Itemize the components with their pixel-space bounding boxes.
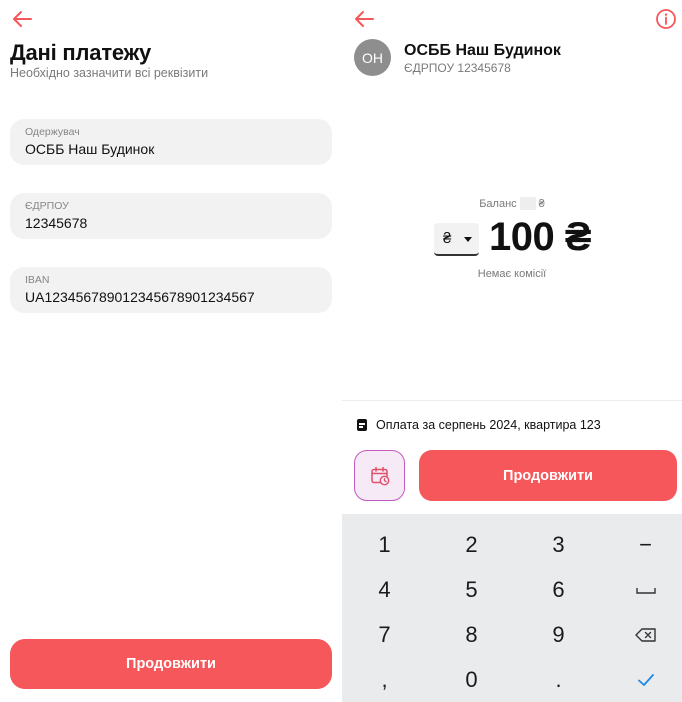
info-button[interactable] (655, 8, 677, 30)
iban-value[interactable]: UA12345678901234567890123456​7 (25, 289, 255, 305)
iban-label: IBAN (25, 274, 50, 286)
currency-symbol: ₴ (443, 230, 452, 247)
payment-purpose[interactable]: Оплата за серпень 2024, квартира 123 (376, 418, 601, 432)
payee-code: ЄДРПОУ 12345678 (404, 61, 511, 75)
divider (342, 400, 682, 401)
schedule-payment-button[interactable] (354, 450, 405, 501)
key-comma[interactable]: , (342, 657, 427, 702)
page-title: Дані платежу (10, 40, 152, 65)
key-minus[interactable]: − (603, 522, 682, 567)
key-8[interactable]: 8 (429, 612, 514, 657)
amount-input[interactable]: 100 ₴ (489, 215, 592, 260)
key-5[interactable]: 5 (429, 567, 514, 612)
payment-details-screen: Дані платежу Необхідно зазначити всі рек… (0, 0, 342, 702)
key-period[interactable]: . (516, 657, 601, 702)
key-9[interactable]: 9 (516, 612, 601, 657)
document-icon (357, 419, 367, 431)
chevron-down-icon (464, 237, 472, 242)
backspace-icon (634, 627, 656, 642)
recipient-value[interactable]: ОСББ Наш Будинок (25, 141, 154, 157)
key-4[interactable]: 4 (342, 567, 427, 612)
calendar-repeat-icon (370, 466, 389, 485)
edrpou-label: ЄДРПОУ (25, 200, 69, 212)
space-icon (635, 587, 656, 594)
back-button[interactable] (352, 8, 376, 30)
balance-row: Баланс ₴ (342, 197, 682, 210)
currency-dropdown[interactable]: ₴ (434, 223, 479, 256)
info-icon (656, 9, 676, 29)
balance-currency: ₴ (538, 197, 545, 210)
key-3[interactable]: 3 (516, 522, 601, 567)
balance-label: Баланс (479, 197, 517, 210)
arrow-left-icon (355, 11, 374, 27)
payee-name: ОСББ Наш Будинок (404, 42, 561, 59)
key-0[interactable]: 0 (429, 657, 514, 702)
balance-hidden-value (519, 197, 536, 210)
key-7[interactable]: 7 (342, 612, 427, 657)
payment-amount-screen: ОН ОСББ Наш Будинок ЄДРПОУ 12345678 Бала… (342, 0, 682, 702)
avatar: ОН (354, 39, 391, 76)
arrow-left-icon (13, 11, 32, 27)
iban-field[interactable]: IBAN UA12345678901234567890123456​7 (10, 267, 332, 313)
key-2[interactable]: 2 (429, 522, 514, 567)
back-button[interactable] (10, 8, 34, 30)
numeric-keypad: 1 2 3 − 4 5 6 7 8 9 , 0 . (342, 514, 682, 702)
continue-button[interactable]: Продовжити (10, 639, 332, 689)
key-done[interactable] (603, 657, 682, 702)
key-space[interactable] (603, 567, 682, 612)
key-backspace[interactable] (603, 612, 682, 657)
continue-button[interactable]: Продовжити (419, 450, 677, 501)
edrpou-field[interactable]: ЄДРПОУ 12345678 (10, 193, 332, 239)
page-subtitle: Необхідно зазначити всі реквізити (10, 66, 209, 80)
key-1[interactable]: 1 (342, 522, 427, 567)
check-icon (637, 673, 654, 686)
key-6[interactable]: 6 (516, 567, 601, 612)
recipient-label: Одержувач (25, 126, 80, 138)
recipient-field[interactable]: Одержувач ОСББ Наш Будинок (10, 119, 332, 165)
commission-text: Немає комісії (477, 268, 547, 280)
edrpou-value[interactable]: 12345678 (25, 215, 87, 231)
